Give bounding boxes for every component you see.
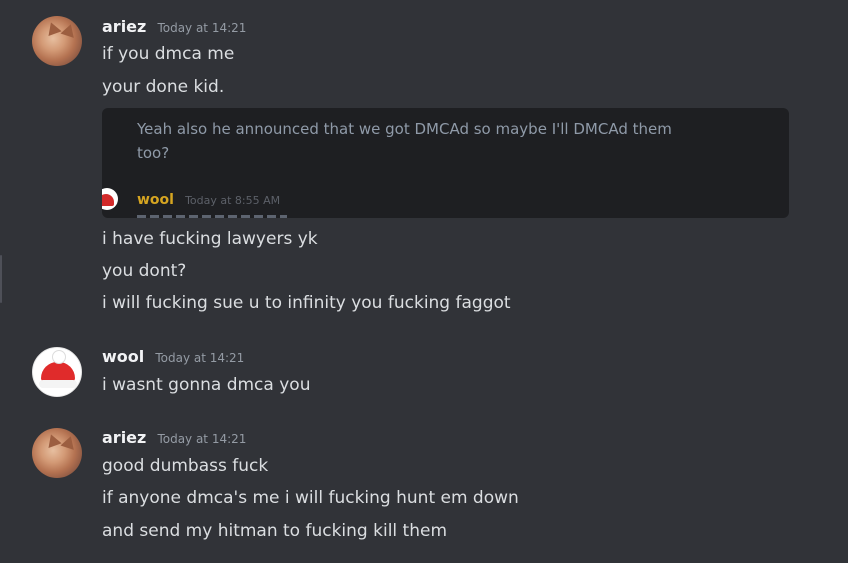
- cat-ear-left: [44, 431, 62, 449]
- timestamp[interactable]: Today at 14:21: [155, 351, 244, 365]
- hat-brim: [39, 380, 77, 388]
- scrollbar-handle[interactable]: [0, 255, 2, 303]
- embed-author-avatar: [102, 188, 118, 210]
- username[interactable]: wool: [102, 347, 144, 366]
- cat-ear-left: [44, 19, 62, 37]
- ariez-avatar[interactable]: [32, 428, 82, 478]
- message-text: i wasnt gonna dmca you: [102, 375, 311, 395]
- message-text: if anyone dmca's me i will fucking hunt …: [102, 488, 519, 508]
- hat-pompom: [52, 350, 66, 364]
- message-text: i have fucking lawyers yk: [102, 229, 318, 249]
- timestamp[interactable]: Today at 14:21: [157, 432, 246, 446]
- message-text: you dont?: [102, 261, 187, 281]
- cat-ear-right: [60, 434, 78, 450]
- santa-hat-icon: [41, 362, 75, 382]
- embed-timestamp: Today at 8:55 AM: [185, 194, 281, 207]
- message-header: ariez Today at 14:21: [102, 428, 246, 447]
- embed-author-name[interactable]: wool: [137, 192, 174, 208]
- embed-quote-text: Yeah also he announced that we got DMCAd…: [137, 120, 672, 162]
- wool-avatar[interactable]: [32, 347, 82, 397]
- message-text: your done kid.: [102, 77, 225, 97]
- cat-ear-right: [60, 22, 78, 38]
- message-text: if you dmca me: [102, 44, 235, 64]
- username[interactable]: ariez: [102, 428, 146, 447]
- message-text: i will fucking sue u to infinity you fuc…: [102, 293, 511, 313]
- reply-embed[interactable]: Yeah also he announced that we got DMCAd…: [102, 108, 789, 218]
- timestamp[interactable]: Today at 14:21: [157, 21, 246, 35]
- message-text: and send my hitman to fucking kill them: [102, 521, 448, 541]
- embed-truncated-text: [137, 211, 287, 218]
- chat-message-list: ariez Today at 14:21 if you dmca me your…: [0, 0, 848, 563]
- ariez-avatar[interactable]: [32, 16, 82, 66]
- message-text: good dumbass fuck: [102, 456, 269, 476]
- username[interactable]: ariez: [102, 17, 146, 36]
- santa-hat-icon: [102, 194, 114, 206]
- embed-author-header: wool Today at 8:55 AM: [137, 189, 280, 208]
- message-header: ariez Today at 14:21: [102, 17, 246, 36]
- message-header: wool Today at 14:21: [102, 347, 244, 366]
